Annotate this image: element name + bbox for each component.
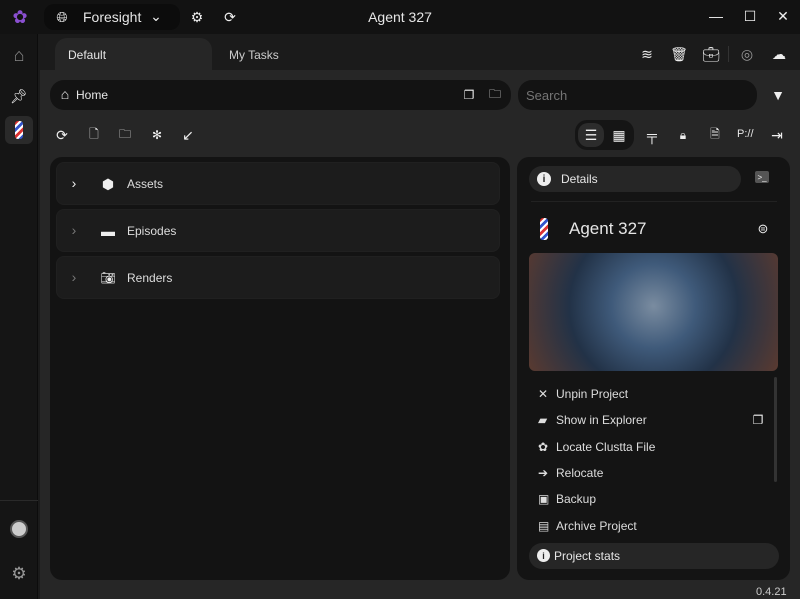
action-locate-clustta-file[interactable]: ✿ Locate Clustta File [538,440,655,454]
project-stats-button[interactable]: i Project stats [529,543,779,569]
folder-open-icon: ▰ [538,413,548,427]
action-backup[interactable]: ▣ Backup [538,492,596,506]
action-label: Show in Explorer [556,413,647,427]
divider [0,500,38,501]
export-icon[interactable]: ⇥ [768,126,786,144]
action-label: Unpin Project [556,387,629,401]
action-label: Archive Project [556,519,637,533]
layers-icon[interactable]: ≋ [638,45,656,63]
new-collection-icon[interactable]: ✻ [148,126,166,144]
tree-item-episodes[interactable]: › ▬ Episodes [56,209,500,252]
list-view-icon[interactable]: ☰ [578,123,604,147]
project-thumbnail [529,253,778,371]
action-label: Relocate [556,466,604,480]
trash-icon[interactable]: 🗑︎ [670,45,688,63]
tab-my-tasks[interactable]: My Tasks [212,38,352,70]
home-icon[interactable]: ⌂ [57,86,73,102]
action-label: Backup [556,492,597,506]
details-panel: i Details >_ Agent 327 ⊜ i Project stats [517,157,790,580]
copy-path-icon[interactable]: ❐ [461,87,477,103]
details-tab[interactable]: i Details [529,166,741,192]
briefcase-settings-icon[interactable]: 💼︎ [702,45,720,63]
project-stats-label: Project stats [554,549,621,563]
title-bar: ✿ 🌐︎ Foresight ⌄ ⚙ ⟳ Agent 327 — ☐ ✕ [0,0,800,34]
home-icon[interactable]: ⌂ [8,44,30,66]
tab-label: My Tasks [229,48,279,62]
action-show-in-explorer[interactable]: ▰ Show in Explorer [538,413,647,427]
breadcrumb: ⌂ Home ❐ 🗀 [50,80,511,110]
refresh-icon[interactable]: ⟳ [53,126,71,144]
filter-icon[interactable]: ▼ [769,86,787,104]
search-input[interactable] [518,80,757,110]
version-label: 0.4.21 [756,586,787,598]
close-button[interactable]: ✕ [775,8,791,24]
minimize-button[interactable]: — [708,8,724,24]
action-archive-project[interactable]: ▤ Archive Project [538,519,637,533]
camera-icon: 📷︎ [100,271,116,285]
action-relocate[interactable]: ➔ Relocate [538,466,603,480]
avatar[interactable] [10,520,28,538]
terminal-icon[interactable]: >_ [755,171,769,183]
tree-item-renders[interactable]: › 📷︎ Renders [56,256,500,299]
details-label: Details [561,172,598,186]
backup-icon: ▣ [538,492,550,506]
chevron-right-icon[interactable]: › [67,269,81,285]
back-arrow-icon[interactable]: ↙ [179,126,197,144]
pin-icon[interactable]: 📌︎ [8,85,30,107]
divider [728,46,729,62]
view-toggle: ☰ ▦ [575,120,634,150]
tree-item-label: Episodes [127,224,177,238]
locate-icon: ✿ [538,440,549,454]
tab-default[interactable]: Default [55,38,212,72]
maximize-button[interactable]: ☐ [742,8,758,24]
scrollbar[interactable] [774,377,777,482]
sidebar: ⌂ 📌︎ ⚙ [0,34,38,599]
folder-icon: ▬ [101,223,115,239]
cloud-check-icon[interactable]: ☁ [770,45,788,63]
open-folder-icon[interactable]: 🗀 [487,87,503,103]
info-icon: i [537,172,551,186]
action-label: Locate Clustta File [556,440,656,454]
archive-icon: ▤ [538,519,550,533]
tab-label: Default [68,48,107,62]
cube-icon: ⬢ [101,175,115,192]
action-unpin-project[interactable]: ✕ Unpin Project [538,387,628,401]
document-icon[interactable]: 🗎 [706,126,724,144]
window-title: Agent 327 [368,9,432,25]
chevron-right-icon[interactable]: › [67,222,81,238]
template-icon[interactable]: ╤ [643,126,661,144]
barber-pole-icon [15,121,23,139]
lock-icon[interactable]: 🔒︎ [674,126,692,144]
divider [531,201,777,202]
new-file-icon[interactable]: 🗋 [85,126,103,144]
barber-pole-icon [540,218,548,240]
history-icon[interactable]: ◎ [738,45,756,63]
new-folder-icon[interactable]: 🗀 [116,126,134,144]
breadcrumb-home[interactable]: Home [76,88,108,102]
toggles-icon[interactable]: ⊜ [755,220,771,238]
unpin-icon: ✕ [538,387,549,401]
relocate-icon: ➔ [538,466,549,480]
settings-icon[interactable]: ⚙ [9,564,29,584]
tree-item-label: Renders [127,271,173,285]
grid-view-icon[interactable]: ▦ [606,123,632,147]
tree-item-label: Assets [127,177,164,191]
info-icon: i [537,549,550,562]
project-agent-327[interactable] [5,116,33,144]
tree-item-assets[interactable]: › ⬢ Assets [56,162,500,205]
project-name: Agent 327 [569,219,647,238]
chevron-right-icon[interactable]: › [67,175,81,191]
path-button[interactable]: P:// [737,128,754,140]
copy-icon[interactable]: ❐ [751,413,765,427]
